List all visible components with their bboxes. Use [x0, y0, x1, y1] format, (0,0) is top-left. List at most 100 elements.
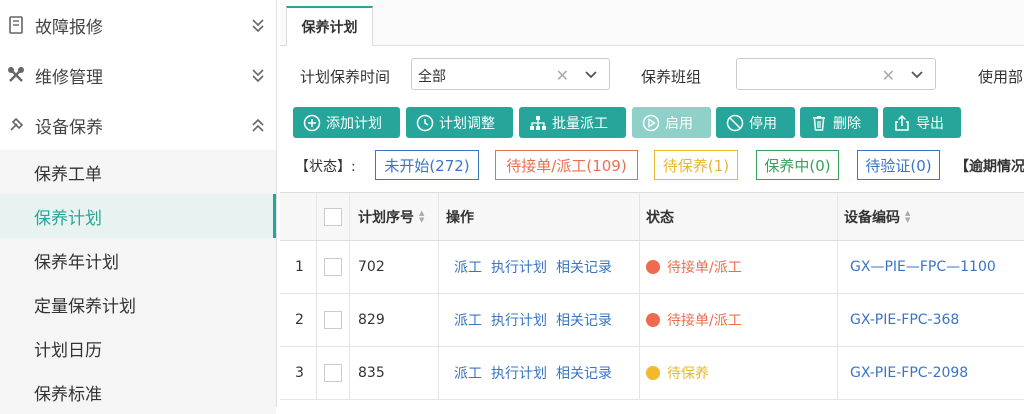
menu-group-repair-management[interactable]: 维修管理	[0, 50, 276, 100]
chevron-double-down-icon[interactable]	[250, 66, 266, 84]
row-checkbox[interactable]	[324, 258, 342, 276]
chevron-double-down-icon[interactable]	[250, 16, 266, 34]
status-filter-not-started[interactable]: 未开始(272)	[375, 150, 479, 180]
related-records-link[interactable]: 相关记录	[556, 310, 612, 330]
add-plan-label: 添加计划	[326, 115, 382, 132]
row-status-label: 待接单/派工	[667, 313, 742, 329]
wrench-icon	[6, 115, 26, 135]
tab-bar: 保养计划	[280, 0, 1024, 47]
row-seq: 702	[350, 241, 439, 293]
header-code[interactable]: 设备编码 ▲ ▼	[838, 193, 1024, 240]
play-circle-icon	[642, 114, 660, 131]
batch-dispatch-label: 批量派工	[552, 115, 608, 132]
related-records-link[interactable]: 相关记录	[556, 363, 612, 383]
table-row[interactable]: 1 702 派工 执行计划 相关记录 待接单/派工 GX—PIE—FPC—110…	[280, 241, 1024, 294]
menu-group-label: 设备保养	[35, 117, 103, 138]
table-header: 计划序号 ▲ ▼ 操作 状态 设备编码 ▲ ▼	[280, 193, 1024, 241]
clock-icon	[416, 114, 434, 131]
sidebar: 故障报修 维修管理 设备保养 保养工单 保养计划 保养年计划 定量保养计划 计划…	[0, 0, 277, 414]
dispatch-link[interactable]: 派工	[454, 310, 482, 330]
header-status: 状态	[640, 193, 838, 240]
status-dot-icon	[646, 260, 660, 274]
menu-group-label: 故障报修	[35, 17, 103, 38]
sidebar-item-annual-plan[interactable]: 保养年计划	[0, 238, 276, 282]
row-checkbox-cell	[317, 241, 350, 293]
enable-button[interactable]: 启用	[632, 107, 711, 138]
export-button[interactable]: 导出	[883, 107, 961, 138]
status-filter-pending-verification[interactable]: 待验证(0)	[857, 150, 940, 180]
sidebar-item-maintenance-standard[interactable]: 保养标准	[0, 370, 276, 414]
row-checkbox[interactable]	[324, 311, 342, 329]
row-index: 2	[280, 294, 317, 346]
trash-icon	[813, 115, 825, 131]
header-seq-label: 计划序号	[358, 209, 414, 226]
clear-icon[interactable]: ✕	[556, 66, 569, 85]
sidebar-item-maintenance-plan[interactable]: 保养计划	[0, 194, 276, 238]
document-icon	[6, 15, 26, 35]
adjust-plan-button[interactable]: 计划调整	[406, 107, 513, 138]
disable-label: 停用	[749, 115, 777, 132]
chevron-down-icon[interactable]	[583, 67, 599, 83]
row-index: 3	[280, 347, 317, 399]
dispatch-link[interactable]: 派工	[454, 257, 482, 277]
equipment-code-link[interactable]: GX-PIE-FPC-2098	[850, 365, 968, 381]
status-dot-icon	[646, 313, 660, 327]
row-status: 待接单/派工	[640, 241, 838, 293]
tab-maintenance-plan[interactable]: 保养计划	[286, 6, 373, 47]
team-label: 保养班组	[641, 68, 702, 86]
filter-bar: 计划保养时间 全部 ✕ 保养班组 ✕ 使用部	[280, 58, 1024, 92]
execute-plan-link[interactable]: 执行计划	[491, 363, 547, 383]
add-plan-button[interactable]: 添加计划	[293, 107, 400, 138]
batch-dispatch-button[interactable]: 批量派工	[519, 107, 626, 138]
select-all-checkbox[interactable]	[324, 207, 342, 226]
row-status: 待接单/派工	[640, 294, 838, 346]
plan-time-label: 计划保养时间	[300, 68, 391, 86]
chevron-double-up-icon[interactable]	[250, 116, 266, 134]
clear-icon[interactable]: ✕	[882, 66, 895, 85]
sort-icon[interactable]: ▲ ▼	[419, 209, 424, 224]
row-actions: 派工 执行计划 相关记录	[439, 347, 640, 399]
tools-icon	[6, 65, 26, 85]
row-checkbox[interactable]	[324, 364, 342, 382]
menu-group-equipment-maintenance[interactable]: 设备保养	[0, 100, 276, 150]
sidebar-item-maintenance-order[interactable]: 保养工单	[0, 150, 276, 194]
row-checkbox-cell	[317, 294, 350, 346]
plan-time-select[interactable]: 全部 ✕	[411, 58, 610, 90]
table-row[interactable]: 2 829 派工 执行计划 相关记录 待接单/派工 GX-PIE-FPC-368	[280, 294, 1024, 347]
related-records-link[interactable]: 相关记录	[556, 257, 612, 277]
table-row[interactable]: 3 835 派工 执行计划 相关记录 待保养 GX-PIE-FPC-2098	[280, 347, 1024, 400]
menu-group-fault-report[interactable]: 故障报修	[0, 0, 276, 50]
sidebar-item-quantitative-plan[interactable]: 定量保养计划	[0, 282, 276, 326]
execute-plan-link[interactable]: 执行计划	[491, 310, 547, 330]
header-seq[interactable]: 计划序号 ▲ ▼	[350, 193, 439, 240]
status-filter-pending-maintenance[interactable]: 待保养(1)	[654, 150, 738, 180]
header-code-label: 设备编码	[844, 209, 900, 226]
header-ops: 操作	[439, 193, 640, 240]
plus-circle-icon	[303, 114, 321, 131]
status-bar: 【状态】: 未开始(272) 待接单/派工(109) 待保养(1) 保养中(0)…	[280, 150, 1024, 180]
execute-plan-link[interactable]: 执行计划	[491, 257, 547, 277]
department-label: 使用部	[978, 68, 1024, 86]
equipment-code-link[interactable]: GX-PIE-FPC-368	[850, 312, 959, 328]
row-status-label: 待保养	[667, 366, 709, 382]
overdue-label: 【逾期情况	[955, 159, 1024, 175]
status-filter-pending-dispatch[interactable]: 待接单/派工(109)	[495, 150, 638, 180]
delete-button[interactable]: 删除	[800, 107, 878, 138]
main-content: 保养计划 计划保养时间 全部 ✕ 保养班组 ✕ 使用部 添加计划 计划调整 批量…	[280, 0, 1024, 407]
export-icon	[895, 114, 909, 131]
dispatch-link[interactable]: 派工	[454, 363, 482, 383]
export-label: 导出	[916, 115, 944, 132]
row-status-label: 待接单/派工	[667, 260, 742, 276]
sort-icon[interactable]: ▲ ▼	[905, 209, 910, 224]
row-seq: 835	[350, 347, 439, 399]
ban-icon	[726, 114, 744, 131]
team-select[interactable]: ✕	[736, 58, 936, 90]
status-filter-in-maintenance[interactable]: 保养中(0)	[756, 150, 839, 180]
header-index	[280, 193, 317, 240]
status-label: 【状态】:	[295, 159, 356, 175]
sidebar-item-plan-calendar[interactable]: 计划日历	[0, 326, 276, 370]
disable-button[interactable]: 停用	[716, 107, 795, 138]
chevron-down-icon[interactable]	[909, 67, 925, 83]
menu-group-label: 维修管理	[35, 67, 103, 88]
equipment-code-link[interactable]: GX—PIE—FPC—1100	[850, 259, 996, 275]
